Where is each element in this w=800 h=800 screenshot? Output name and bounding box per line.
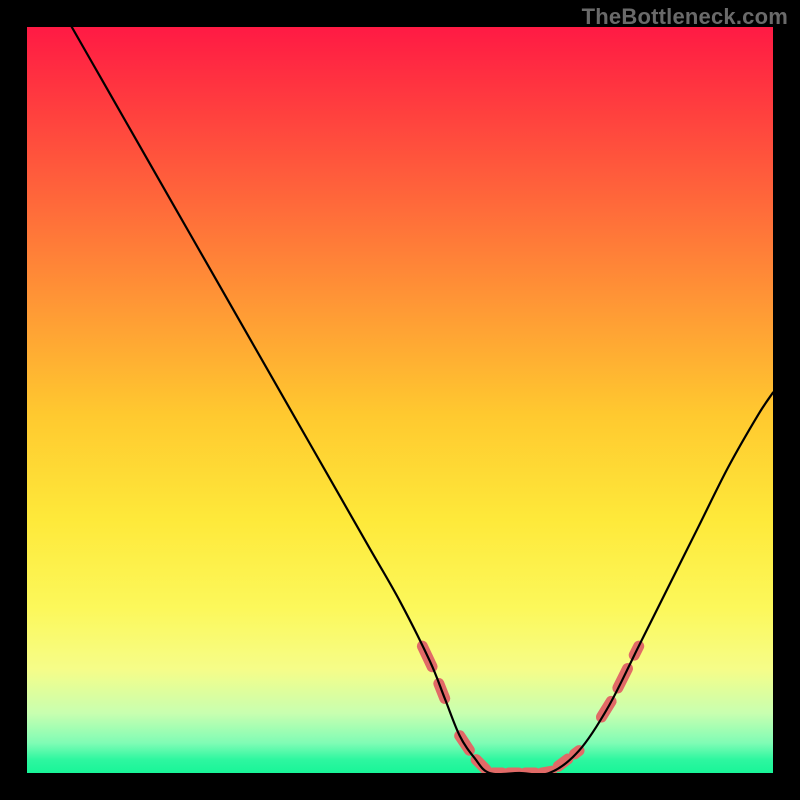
chart-plot-area: [27, 27, 773, 773]
chart-frame: TheBottleneck.com: [0, 0, 800, 800]
watermark-text: TheBottleneck.com: [582, 4, 788, 30]
bottleneck-curve-path: [72, 27, 773, 773]
bottleneck-curve-svg: [27, 27, 773, 773]
